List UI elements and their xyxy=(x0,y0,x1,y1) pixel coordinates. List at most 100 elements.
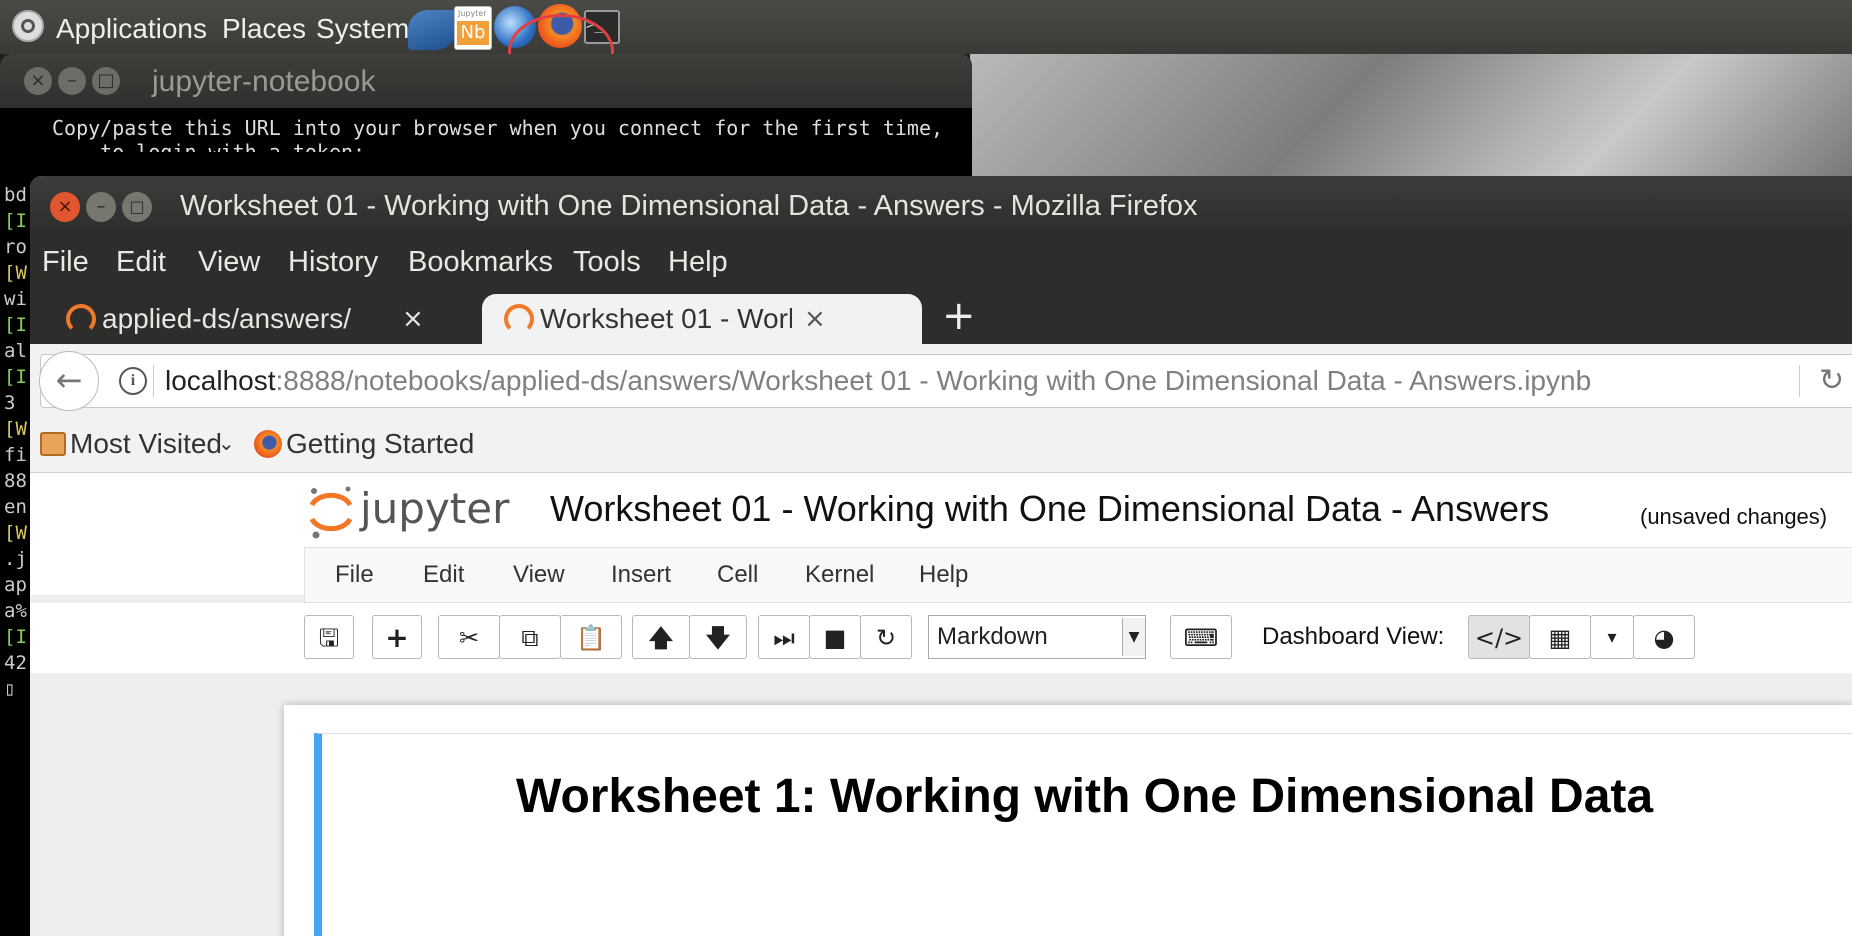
firefox-menubar: File Edit View History Bookmarks Tools H… xyxy=(30,236,1852,288)
back-arrow-icon[interactable]: ← xyxy=(39,351,99,411)
menu-edit[interactable]: Edit xyxy=(116,236,166,288)
menu-bookmarks[interactable]: Bookmarks xyxy=(408,236,553,288)
cut-icon[interactable]: ✂ xyxy=(438,615,500,659)
terminal-edge-line: [I xyxy=(4,314,27,336)
bookmarks-toolbar: Most Visited ⌄ Getting Started xyxy=(30,416,1852,473)
terminal-edge-line: [I xyxy=(4,366,27,388)
launcher-nb-text: Nb xyxy=(457,21,489,45)
terminal-edge-line: 3 xyxy=(4,392,16,414)
ubuntu-logo-icon[interactable] xyxy=(12,10,44,42)
firefox-window: × – □ Worksheet 01 - Working with One Di… xyxy=(30,176,1852,936)
tab-bar: applied-ds/answers/ × Worksheet 01 - Wor… xyxy=(30,288,1852,344)
menu-help[interactable]: Help xyxy=(668,236,728,288)
notebook-title[interactable]: Worksheet 01 - Working with One Dimensio… xyxy=(550,473,1549,545)
jupyter-notebook-launcher-icon[interactable]: Jupyter Nb xyxy=(454,6,492,50)
add-cell-icon[interactable]: + xyxy=(372,615,422,659)
cell-type-select[interactable]: Markdown ▼ xyxy=(928,615,1146,659)
jupyter-logo-text[interactable]: jupyter xyxy=(360,473,509,545)
jupyter-menu-edit[interactable]: Edit xyxy=(423,548,464,602)
menu-history[interactable]: History xyxy=(288,236,378,288)
new-tab-icon[interactable]: + xyxy=(942,288,976,344)
terminal-edge-line: [I xyxy=(4,626,27,648)
page-content: jupyter Worksheet 01 - Working with One … xyxy=(30,473,1852,936)
terminal-edge-line: en xyxy=(4,496,27,518)
jupyter-logo-icon[interactable] xyxy=(306,481,356,541)
chevron-down-icon[interactable]: ▾ xyxy=(1590,615,1634,659)
move-down-icon[interactable]: 🡇 xyxy=(689,615,747,659)
terminal-minimize-icon[interactable]: – xyxy=(58,67,86,95)
run-icon[interactable]: ⏭ xyxy=(758,615,810,659)
stop-icon[interactable]: ■ xyxy=(809,615,861,659)
copy-icon[interactable]: ⧉ xyxy=(499,615,561,659)
tab-close-icon[interactable]: × xyxy=(402,294,424,344)
jupyter-header: jupyter Worksheet 01 - Working with One … xyxy=(30,473,1852,603)
markdown-cell[interactable] xyxy=(314,733,1852,936)
tab-applied-ds[interactable]: applied-ds/answers/ × xyxy=(50,294,490,344)
terminal-edge-line: bd xyxy=(4,184,27,206)
jupyter-toolbar: 🖫 + ✂ ⧉ 📋 🡅 🡇 ⏭ ■ ↻ Markdown ▼ ⌨ Dashboa… xyxy=(30,603,1852,674)
tab-close-icon[interactable]: × xyxy=(804,294,826,344)
terminal-edge-line: ro xyxy=(4,236,27,258)
code-view-icon[interactable]: </> xyxy=(1468,615,1530,659)
menu-tools[interactable]: Tools xyxy=(573,236,641,288)
site-info-icon[interactable]: i xyxy=(119,367,147,395)
tab-label: applied-ds/answers/ xyxy=(102,303,352,334)
notebook-area: Worksheet 1: Working with One Dimensiona… xyxy=(30,673,1852,936)
applications-menu[interactable]: Applications xyxy=(56,0,207,54)
jupyter-favicon-icon xyxy=(66,304,96,334)
terminal-line: to login with a token: xyxy=(52,140,366,152)
terminal-edge-line: a% xyxy=(4,600,27,622)
dropdown-arrow-icon[interactable]: ▼ xyxy=(1122,618,1145,656)
paste-icon[interactable]: 📋 xyxy=(560,615,622,659)
terminal-edge-line: 88 xyxy=(4,470,27,492)
terminal-edge-line: .j xyxy=(4,548,27,570)
terminal-title: jupyter-notebook xyxy=(152,65,376,98)
restart-icon[interactable]: ↻ xyxy=(860,615,912,659)
window-maximize-icon[interactable]: □ xyxy=(122,192,152,222)
reload-icon[interactable]: ↻ xyxy=(1819,355,1844,407)
save-status: (unsaved changes) xyxy=(1640,504,1828,529)
keyboard-icon[interactable]: ⌨ xyxy=(1170,615,1232,659)
bookmark-most-visited[interactable]: Most Visited xyxy=(70,416,222,472)
terminal-edge-line: [W xyxy=(4,262,27,284)
system-menu[interactable]: System xyxy=(316,0,409,54)
url-text[interactable]: localhost:8888/notebooks/applied-ds/answ… xyxy=(165,355,1591,407)
grid-layout-icon[interactable]: ▦ xyxy=(1529,615,1591,659)
places-menu[interactable]: Places xyxy=(222,0,306,54)
menu-file[interactable]: File xyxy=(42,236,89,288)
terminal-maximize-icon[interactable]: □ xyxy=(92,67,120,95)
terminal-close-icon[interactable]: × xyxy=(24,67,52,95)
move-up-icon[interactable]: 🡅 xyxy=(632,615,690,659)
jupyter-menu-view[interactable]: View xyxy=(513,548,565,602)
terminal-edge-line: fi xyxy=(4,444,27,466)
terminal-edge-line: 42 xyxy=(4,652,27,674)
window-title: Worksheet 01 - Working with One Dimensio… xyxy=(180,190,1198,222)
terminal-edge-line: al xyxy=(4,340,27,362)
url-bar[interactable]: ← i localhost:8888/notebooks/applied-ds/… xyxy=(39,351,1852,411)
jupyter-menubar: File Edit View Insert Cell Kernel Help xyxy=(304,547,1852,603)
terminal-edge-line: [W xyxy=(4,522,27,544)
jupyter-menu-kernel[interactable]: Kernel xyxy=(805,548,874,602)
terminal-edge-line: wi xyxy=(4,288,27,310)
launcher-small-text: Jupyter xyxy=(458,9,487,18)
terminal-titlebar[interactable]: × – □ jupyter-notebook xyxy=(0,54,972,108)
jupyter-menu-cell[interactable]: Cell xyxy=(717,548,758,602)
window-minimize-icon[interactable]: – xyxy=(86,192,116,222)
dashboard-view-label: Dashboard View: xyxy=(1262,623,1445,650)
network-icon[interactable] xyxy=(408,10,456,50)
jupyter-menu-help[interactable]: Help xyxy=(919,548,968,602)
dashboard-preview-icon[interactable]: ◕ xyxy=(1633,615,1695,659)
chevron-down-icon[interactable]: ⌄ xyxy=(218,416,235,472)
cell-type-value: Markdown xyxy=(937,623,1048,650)
window-close-icon[interactable]: × xyxy=(50,192,80,222)
save-icon[interactable]: 🖫 xyxy=(304,615,354,659)
url-path: :8888/notebooks/applied-ds/answers/Works… xyxy=(275,365,1592,396)
bookmark-getting-started[interactable]: Getting Started xyxy=(286,416,474,472)
firefox-titlebar[interactable]: × – □ Worksheet 01 - Working with One Di… xyxy=(30,176,1852,236)
jupyter-menu-insert[interactable]: Insert xyxy=(611,548,671,602)
notebook-container: Worksheet 1: Working with One Dimensiona… xyxy=(284,705,1852,936)
menu-view[interactable]: View xyxy=(198,236,260,288)
jupyter-menu-file[interactable]: File xyxy=(335,548,374,602)
jupyter-favicon-icon xyxy=(504,304,534,334)
tab-worksheet-01[interactable]: Worksheet 01 - Workin × xyxy=(482,294,922,344)
